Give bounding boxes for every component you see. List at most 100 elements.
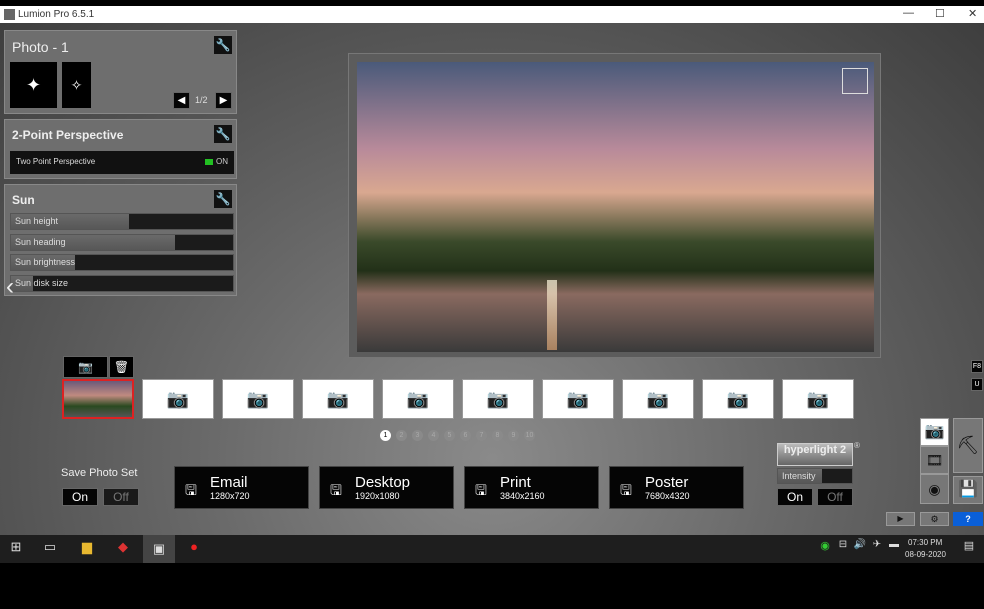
- windows-start-icon[interactable]: ⊞: [5, 539, 27, 559]
- photo-slot-empty[interactable]: 📷: [702, 379, 774, 419]
- maximize-button[interactable]: ☐: [935, 7, 945, 20]
- intensity-label: Intensity: [782, 471, 816, 481]
- save-label: Poster: [645, 474, 689, 491]
- panorama-mode-icon[interactable]: ◉: [920, 474, 949, 504]
- camera-icon: 📷: [566, 389, 590, 409]
- next-page-button[interactable]: ▶: [215, 92, 232, 109]
- save-desktop-button[interactable]: 🖫 Desktop 1920x1080: [319, 466, 454, 509]
- sun-slider-1[interactable]: Sun heading: [10, 233, 234, 251]
- save-resolution: 3840x2160: [500, 491, 545, 501]
- intensity-slider[interactable]: Intensity: [777, 468, 853, 484]
- hyperlight-on-button[interactable]: On: [777, 488, 813, 506]
- build-mode-worker-icon[interactable]: ⛏: [953, 418, 983, 473]
- battery-icon[interactable]: ▬: [883, 539, 905, 559]
- fullscreen-toggle[interactable]: [842, 68, 868, 94]
- save-label: Print: [500, 474, 531, 491]
- registered-mark: ®: [854, 441, 860, 450]
- prev-page-button[interactable]: ◀: [173, 92, 190, 109]
- notifications-icon[interactable]: ▤: [958, 539, 980, 559]
- perspective-title: 2-Point Perspective: [12, 128, 124, 142]
- wrench-icon[interactable]: 🔧: [214, 190, 232, 208]
- lumion-taskbar-icon[interactable]: ▣: [143, 535, 175, 563]
- camera-icon: 📷: [486, 389, 510, 409]
- save-label: Email: [210, 474, 248, 491]
- hyperlight-logo: hyperlight 2: [777, 443, 853, 466]
- photo-slot-empty[interactable]: 📷: [222, 379, 294, 419]
- page-indicator: 1/2: [195, 95, 208, 105]
- save-photo-set-label: Save Photo Set: [61, 467, 138, 479]
- camera-icon: 📷: [646, 389, 670, 409]
- sketchup-icon[interactable]: ◆: [112, 539, 134, 559]
- sun-slider-3[interactable]: Sun disk size: [10, 274, 234, 292]
- settings-gear-icon[interactable]: ⚙: [920, 512, 949, 526]
- page-dot[interactable]: 3: [412, 430, 423, 441]
- clock-date[interactable]: 08-09-2020: [905, 550, 946, 559]
- photo-slot-empty[interactable]: 📷: [782, 379, 854, 419]
- play-icon[interactable]: ▶: [886, 512, 915, 526]
- take-photo-button[interactable]: 📷: [63, 356, 108, 378]
- preview-frame: [348, 53, 881, 358]
- save-set-on-button[interactable]: On: [62, 488, 98, 506]
- save-print-button[interactable]: 🖫 Print 3840x2160: [464, 466, 599, 509]
- floppy-icon: 🖫: [330, 482, 342, 498]
- hyperlight-logo-text: hyperlight 2: [783, 444, 847, 456]
- help-button[interactable]: ?: [953, 512, 983, 526]
- photo-slot-empty[interactable]: 📷: [382, 379, 454, 419]
- page-dot[interactable]: 7: [476, 430, 487, 441]
- back-arrow-icon[interactable]: ‹: [6, 273, 14, 301]
- page-dot[interactable]: 9: [508, 430, 519, 441]
- title-bar: Lumion Pro 6.5.1 — ☐ ✕: [0, 6, 984, 23]
- wrench-icon[interactable]: 🔧: [214, 36, 232, 54]
- page-dot[interactable]: 6: [460, 430, 471, 441]
- camera-icon: 📷: [806, 389, 830, 409]
- sun-panel: Sun 🔧 Sun height Sun heading Sun brightnes…: [4, 184, 237, 296]
- u-key-button[interactable]: U: [971, 378, 983, 391]
- two-point-perspective-toggle[interactable]: Two Point Perspective ON: [10, 151, 234, 174]
- save-resolution: 1280x720: [210, 491, 250, 501]
- main-area: Photo - 1 🔧 ✦ ✧ ◀ 1/2 ▶ 2-Point Perspect…: [0, 23, 984, 535]
- slider-label: Sun heading: [15, 236, 66, 247]
- add-effect-button[interactable]: ✦: [10, 62, 57, 108]
- photo-slot-empty[interactable]: 📷: [142, 379, 214, 419]
- photo-slot-empty[interactable]: 📷: [622, 379, 694, 419]
- save-resolution: 1920x1080: [355, 491, 400, 501]
- page-dot[interactable]: 1: [380, 430, 391, 441]
- page-dot[interactable]: 5: [444, 430, 455, 441]
- page-dot[interactable]: 4: [428, 430, 439, 441]
- photo-slot-empty[interactable]: 📷: [462, 379, 534, 419]
- photo-title: Photo - 1: [12, 39, 69, 55]
- save-email-button[interactable]: 🖫 Email 1280x720: [174, 466, 309, 509]
- page-dot[interactable]: 10: [524, 430, 535, 441]
- save-poster-button[interactable]: 🖫 Poster 7680x4320: [609, 466, 744, 509]
- sun-slider-0[interactable]: Sun height: [10, 213, 234, 230]
- floppy-icon: 🖫: [620, 482, 632, 498]
- save-resolution: 7680x4320: [645, 491, 690, 501]
- movie-mode-film-icon[interactable]: 🎞: [920, 446, 949, 474]
- slider-label: Sun height: [15, 216, 59, 226]
- effect-builder-button[interactable]: ✧: [62, 62, 91, 108]
- wrench-icon[interactable]: 🔧: [214, 125, 232, 143]
- close-button[interactable]: ✕: [968, 7, 977, 20]
- save-floppy-icon[interactable]: 💾: [953, 476, 983, 504]
- photo-slot-thumbnail[interactable]: [62, 379, 134, 419]
- minimize-button[interactable]: —: [903, 7, 914, 19]
- scene-preview[interactable]: [357, 62, 874, 352]
- page-dot[interactable]: 8: [492, 430, 503, 441]
- status-led-icon: [205, 159, 213, 165]
- page-dot[interactable]: 2: [396, 430, 407, 441]
- photo-mode-camera-icon[interactable]: 📷: [920, 418, 949, 446]
- sun-slider-2[interactable]: Sun brightness: [10, 254, 234, 271]
- floppy-icon: 🖫: [185, 482, 197, 498]
- f8-key-button[interactable]: F8: [971, 360, 983, 373]
- save-set-off-button[interactable]: Off: [103, 488, 139, 506]
- photo-slot-empty[interactable]: 📷: [542, 379, 614, 419]
- file-explorer-icon[interactable]: ▆: [76, 539, 98, 559]
- clock-time[interactable]: 07:30 PM: [908, 538, 942, 547]
- photo-slot-empty[interactable]: 📷: [302, 379, 374, 419]
- delete-photo-button[interactable]: 🗑: [109, 356, 134, 378]
- hyperlight-off-button[interactable]: Off: [817, 488, 853, 506]
- photo-panel: Photo - 1 🔧 ✦ ✧ ◀ 1/2 ▶: [4, 30, 237, 114]
- floppy-icon: 🖫: [475, 482, 487, 498]
- recorder-icon[interactable]: ●: [183, 539, 205, 559]
- task-view-icon[interactable]: ▭: [39, 539, 61, 559]
